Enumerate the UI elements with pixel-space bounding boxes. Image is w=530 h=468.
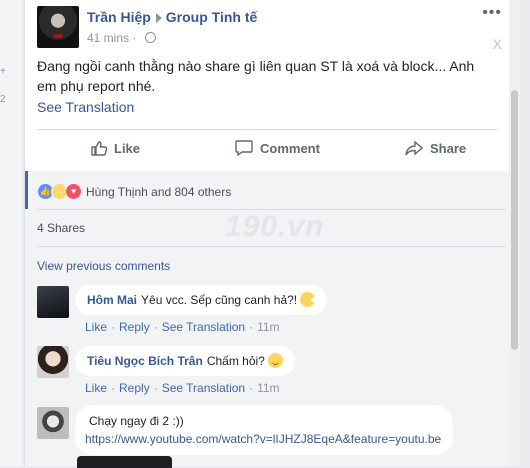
media-preview[interactable] (77, 456, 172, 468)
post-text: Đang ngồi canh thằng nào share gì liên q… (37, 58, 475, 94)
vertical-scrollbar[interactable] (509, 0, 520, 466)
comment-text: Chạy ngay đi 2 :)) (89, 414, 184, 428)
comment-like-link[interactable]: Like (85, 320, 107, 334)
see-translation-link[interactable]: See Translation (37, 99, 134, 115)
comment-actions: Like · Reply · See Translation · 11m (85, 381, 280, 395)
comment-label: Comment (260, 140, 320, 156)
comment-bubble: Hôm Mai Yêu vcc. Sếp cũng canh hả?! (75, 285, 328, 315)
view-previous-comments-link[interactable]: View previous comments (37, 259, 170, 273)
close-icon[interactable]: X (493, 36, 502, 52)
thumbs-up-icon (91, 141, 107, 156)
comment-time[interactable]: 11m (257, 320, 279, 334)
comment-text: Yêu vcc. Sếp cũng canh hả?! (141, 293, 298, 307)
left-sidebar-edge: + 2 (0, 0, 22, 466)
love-reaction-icon: ♥ (65, 183, 82, 200)
more-options-icon[interactable]: ••• (482, 4, 502, 22)
post-actions: Like Comment Share (37, 140, 497, 162)
comment-translate-link[interactable]: See Translation (162, 381, 245, 395)
watermark-logo: 190.vn (225, 210, 325, 243)
reaction-accent (25, 171, 28, 209)
like-button[interactable]: Like (91, 140, 140, 156)
commenter-name[interactable]: Tiêu Ngọc Bích Trân (87, 354, 203, 368)
post-meta: 41 mins · (87, 31, 156, 45)
commenter-avatar[interactable] (37, 346, 69, 378)
comment-reply-link[interactable]: Reply (119, 381, 150, 395)
globe-icon[interactable] (144, 32, 156, 43)
comment-bubble: Chạy ngay đi 2 :)) https://www.youtube.c… (75, 405, 454, 455)
post-timestamp[interactable]: 41 mins (87, 31, 129, 45)
comment-actions: Like · Reply · See Translation · 11m (85, 320, 280, 334)
commenter-avatar[interactable] (37, 286, 69, 318)
divider (37, 246, 507, 247)
comment-button[interactable]: Comment (235, 140, 320, 156)
commenter-avatar[interactable] (37, 407, 69, 439)
like-label: Like (114, 140, 141, 156)
comment-bubble: Tiêu Ngọc Bích Trân Chấm hỏi? (75, 346, 295, 376)
sidebar-mark: + (0, 66, 6, 77)
comment-text: Chấm hỏi? (206, 354, 265, 368)
pacman-emoji-icon (300, 292, 317, 307)
post-header: Trần Hiệp Group Tinh tế (87, 9, 257, 25)
youtube-link[interactable]: https://www.youtube.com/watch?v=lIJHZJ8E… (85, 430, 441, 448)
share-button[interactable]: Share (405, 140, 466, 156)
comment-reply-link[interactable]: Reply (119, 320, 150, 334)
author-name[interactable]: Trần Hiệp (87, 9, 151, 25)
comment-time[interactable]: 11m (257, 381, 279, 395)
comment-icon (235, 140, 253, 156)
post-card: Trần Hiệp Group Tinh tế 41 mins · ••• X Đ… (24, 0, 520, 468)
reactions-row[interactable]: 👍 ♥ Hùng Thịnh and 804 others (37, 183, 231, 200)
shares-count[interactable]: 4 Shares (37, 221, 85, 235)
comment-like-link[interactable]: Like (85, 381, 107, 395)
share-arrow-icon (405, 140, 423, 156)
comment-translate-link[interactable]: See Translation (162, 320, 245, 334)
smile-emoji-icon (267, 353, 283, 368)
sidebar-mark: 2 (0, 94, 6, 105)
reaction-summary[interactable]: Hùng Thịnh and 804 others (86, 185, 231, 199)
group-arrow-icon (155, 13, 162, 24)
divider (37, 129, 497, 130)
author-avatar[interactable] (37, 6, 79, 48)
share-label: Share (430, 140, 467, 156)
group-name[interactable]: Group Tinh tế (166, 9, 258, 25)
commenter-name[interactable]: Hôm Mai (87, 293, 137, 307)
